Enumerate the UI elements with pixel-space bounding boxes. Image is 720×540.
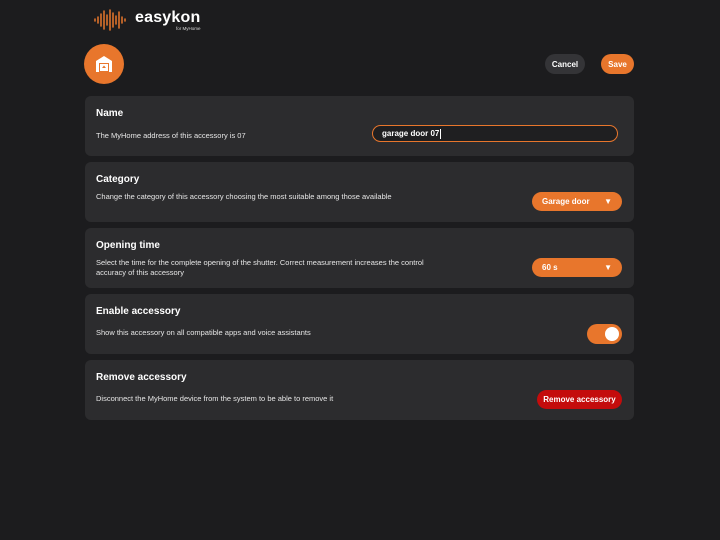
opening-time-card: Opening time Select the time for the com… <box>85 228 634 288</box>
save-button[interactable]: Save <box>601 54 634 74</box>
card-description: Change the category of this accessory ch… <box>96 192 392 201</box>
card-title: Opening time <box>96 240 160 251</box>
soundwave-icon <box>94 9 126 31</box>
cancel-button[interactable]: Cancel <box>545 54 585 74</box>
name-input-value: garage door 07 <box>382 128 440 138</box>
card-description: Select the time for the complete opening… <box>96 258 424 277</box>
garage-icon <box>96 56 112 72</box>
name-card: Name The MyHome address of this accessor… <box>85 96 634 156</box>
card-title: Name <box>96 108 124 119</box>
caret-down-icon: ▼ <box>604 263 612 272</box>
enable-accessory-card: Enable accessory Show this accessory on … <box>85 294 634 354</box>
name-input[interactable]: garage door 07 <box>372 125 618 142</box>
category-select-value: Garage door <box>542 197 590 206</box>
card-description: Disconnect the MyHome device from the sy… <box>96 394 334 403</box>
opening-time-select[interactable]: 60 s ▼ <box>532 258 622 277</box>
brand-subtitle: for MyHome <box>175 26 201 31</box>
opening-time-select-value: 60 s <box>542 263 558 272</box>
card-title: Remove accessory <box>96 372 187 383</box>
brand-name: easykon <box>135 9 201 26</box>
card-title: Enable accessory <box>96 306 181 317</box>
card-title: Category <box>96 174 140 185</box>
remove-accessory-button[interactable]: Remove accessory <box>537 390 622 409</box>
card-description: The MyHome address of this accessory is … <box>96 131 246 140</box>
remove-accessory-card: Remove accessory Disconnect the MyHome d… <box>85 360 634 420</box>
category-select[interactable]: Garage door ▼ <box>532 192 622 211</box>
caret-down-icon: ▼ <box>604 197 612 206</box>
card-description: Show this accessory on all compatible ap… <box>96 328 311 337</box>
toggle-knob <box>605 327 619 341</box>
app-logo: easykon for MyHome <box>94 9 200 31</box>
category-card: Category Change the category of this acc… <box>85 162 634 222</box>
logo-text: easykon for MyHome <box>135 9 200 31</box>
accessory-badge <box>84 44 124 84</box>
enable-accessory-toggle[interactable] <box>587 324 622 344</box>
text-caret <box>440 128 442 139</box>
